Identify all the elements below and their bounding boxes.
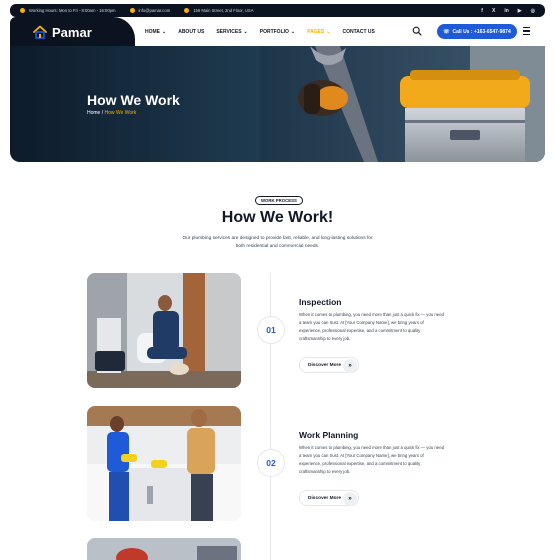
step-number-badge: 02 xyxy=(257,449,285,477)
facebook-icon[interactable]: f xyxy=(481,8,483,14)
step-title: Inspection xyxy=(299,297,342,307)
chevron-down-icon: ⌄ xyxy=(290,29,296,35)
site-header: Pamar HOME ⌄ ABOUT US SERVICES ⌄ PORTFOLIO… xyxy=(10,17,545,47)
section-badge: WORK PROCESS xyxy=(255,196,303,205)
section-title: How We Work! xyxy=(221,209,334,226)
step-title: Work Planning xyxy=(299,430,359,440)
step-description: When it comes to plumbing, you need more… xyxy=(299,312,444,341)
section-description: Our plumbing services are designed to pr… xyxy=(182,236,373,249)
inspection-image xyxy=(87,273,241,388)
nav-pages[interactable]: PAGES ⌄ xyxy=(307,29,330,35)
house-logo-icon xyxy=(33,25,47,39)
clock-icon xyxy=(20,8,25,13)
discover-more-label: Discover More xyxy=(308,495,342,501)
double-chevron-right-icon: » xyxy=(343,359,357,373)
plumber-toolbox-image xyxy=(260,46,545,162)
chevron-down-icon: ⌄ xyxy=(243,29,248,35)
step-number-badge: 01 xyxy=(257,316,285,344)
nav-services-label: SERVICES xyxy=(216,29,242,35)
email-info[interactable]: info@pamar.com xyxy=(129,8,171,13)
brand-name: Pamar xyxy=(52,24,92,40)
chevron-down-icon: ⌄ xyxy=(162,29,167,35)
nav-about-us[interactable]: ABOUT US xyxy=(178,29,204,35)
working-hours-text: Working Hours: Mon to Fri - 8:00am - 16:… xyxy=(29,8,116,13)
address-info: 156 Main Street, 2nd Floor, USA xyxy=(184,8,254,13)
breadcrumb-current: How We Work xyxy=(104,110,137,116)
nav-about-label: ABOUT US xyxy=(178,29,205,35)
address-text: 156 Main Street, 2nd Floor, USA xyxy=(193,8,254,13)
nav-contact-label: CONTACT US xyxy=(342,29,375,35)
breadcrumb: Home / How We Work xyxy=(87,110,136,116)
search-icon[interactable] xyxy=(412,26,422,36)
chevron-down-icon: ⌄ xyxy=(326,29,331,35)
linkedin-icon[interactable]: in xyxy=(504,8,508,14)
discover-more-label: Discover More xyxy=(308,362,342,368)
nav-home[interactable]: HOME ⌄ xyxy=(145,29,166,35)
discover-more-button[interactable]: Discover More » xyxy=(299,490,359,506)
main-nav: HOME ⌄ ABOUT US SERVICES ⌄ PORTFOLIO ⌄ PAGE… xyxy=(145,18,375,46)
plumbers-planning-photo xyxy=(87,406,241,521)
nav-portfolio-label: PORTFOLIO xyxy=(259,29,289,35)
page-hero-banner: How We Work Home / How We Work xyxy=(10,46,545,162)
work-planning-image xyxy=(87,406,241,521)
nav-home-label: HOME xyxy=(145,29,160,35)
discover-more-button[interactable]: Discover More » xyxy=(299,357,359,373)
youtube-icon[interactable]: ▶ xyxy=(518,8,522,14)
location-icon xyxy=(184,8,190,13)
social-links: f X in ▶ ◎ xyxy=(481,8,535,14)
logo[interactable]: Pamar xyxy=(10,17,135,47)
call-us-label: Call Us : +163-6547-9874 xyxy=(452,28,511,35)
nav-services[interactable]: SERVICES ⌄ xyxy=(216,29,247,35)
plumber-inspecting-photo xyxy=(87,273,241,388)
breadcrumb-home-link[interactable]: Home xyxy=(87,110,100,116)
step-description: When it comes to plumbing, you need more… xyxy=(299,445,444,474)
working-hours: Working Hours: Mon to Fri - 8:00am - 16:… xyxy=(20,8,116,13)
nav-portfolio[interactable]: PORTFOLIO ⌄ xyxy=(260,29,295,35)
nav-contact-us[interactable]: CONTACT US xyxy=(342,29,374,35)
step-three-image xyxy=(87,538,241,560)
x-twitter-icon[interactable]: X xyxy=(492,8,495,14)
page-title: How We Work xyxy=(87,92,180,108)
menu-icon[interactable] xyxy=(523,27,530,35)
phone-icon: ☏ xyxy=(443,28,450,35)
email-text[interactable]: info@pamar.com xyxy=(139,8,171,13)
plumber-working-photo xyxy=(87,538,241,560)
top-info-bar: Working Hours: Mon to Fri - 8:00am - 16:… xyxy=(10,4,545,17)
double-chevron-right-icon: » xyxy=(343,492,357,506)
instagram-icon[interactable]: ◎ xyxy=(531,8,535,14)
call-us-button[interactable]: ☏ Call Us : +163-6547-9874 xyxy=(437,24,517,39)
mail-icon xyxy=(129,8,135,13)
nav-pages-label: PAGES xyxy=(307,29,325,35)
